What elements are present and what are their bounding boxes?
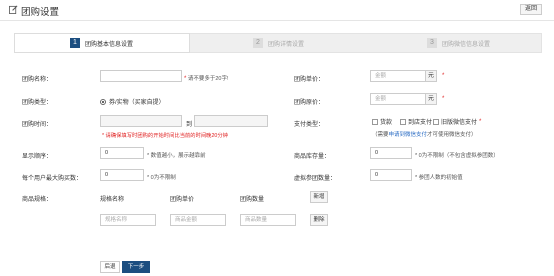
time-to-label: 到 [186, 122, 193, 128]
checkbox-icon [400, 118, 406, 125]
back-button[interactable]: 返回 [520, 4, 542, 15]
spec-col-price: 团购单价 [170, 197, 195, 203]
page-title: 团购设置 [9, 4, 59, 18]
prev-step-button[interactable]: 后退 [100, 261, 120, 273]
name-label: 团购名称： [22, 77, 53, 83]
step-2[interactable]: 2 团购详情设置 [253, 38, 304, 48]
limit-label: 每个用户最大购买数： [22, 176, 83, 182]
total-price-yuan: 元 [426, 93, 437, 105]
pay-type-label: 支付类型： [294, 122, 325, 128]
type-radio-option[interactable]: 券/实物（买家自提） [100, 97, 165, 106]
checkbox-icon [372, 118, 378, 125]
step-2-label: 团购详情设置 [268, 41, 305, 48]
page-title-text: 团购设置 [21, 7, 60, 18]
radio-icon [100, 98, 106, 105]
next-step-button[interactable]: 下一步 [122, 261, 150, 273]
unit-price-label: 团购单价： [294, 77, 325, 83]
delete-spec-button[interactable]: 删除 [310, 214, 328, 226]
virtual-input[interactable]: 0 [370, 169, 412, 181]
virtual-label: 虚拟参团数量： [294, 176, 337, 182]
step-1-content: 1 团购基本信息设置 [70, 38, 133, 48]
step-1-number: 1 [70, 38, 80, 48]
limit-input[interactable]: 0 [100, 169, 144, 181]
stock-hint: * 0为不限制（不包含虚拟参团数） [415, 153, 499, 159]
start-time-input[interactable] [100, 115, 182, 127]
time-warning: * 请确保填写时团购的开始时间比当前的时间晚20分钟 [102, 133, 228, 139]
step-3-label: 团购微信信息设置 [442, 41, 491, 48]
total-price-required: * [442, 96, 445, 102]
apply-wechat-pay-link[interactable]: 申请到微信支付 [389, 132, 428, 138]
spec-col-qty: 团购数量 [240, 197, 265, 203]
name-hint: * 请不要多于20字! [184, 76, 229, 82]
name-input[interactable] [100, 70, 182, 82]
order-hint: * 数值越小，展示越靠前 [147, 153, 206, 159]
unit-price-input[interactable]: 金额 [370, 70, 426, 82]
order-input[interactable]: 0 [100, 147, 144, 159]
step-3[interactable]: 3 团购微信信息设置 [427, 38, 490, 48]
pay-option-2[interactable]: 到店支付 [400, 117, 432, 126]
edit-icon [9, 5, 18, 17]
pay-type-note: （需要申请到微信支付才可使用微信支付） [372, 132, 477, 138]
spec-name-input[interactable]: 规格名称 [100, 214, 156, 226]
step-3-number: 3 [427, 38, 437, 48]
stock-label: 商品库存量： [294, 154, 331, 160]
virtual-hint: * 参团人数的初始值 [415, 175, 463, 181]
stock-input[interactable]: 0 [370, 147, 412, 159]
unit-price-yuan: 元 [426, 70, 437, 82]
time-label: 团购时间： [22, 122, 53, 128]
total-price-input[interactable]: 金额 [370, 93, 426, 105]
pay-option-3[interactable]: 旧版微信支付 * [433, 117, 481, 126]
header-divider [0, 20, 554, 21]
order-label: 显示顺序： [22, 154, 53, 160]
limit-hint: * 0为不限制 [147, 175, 176, 181]
unit-price-required: * [442, 73, 445, 79]
total-price-label: 团购原价： [294, 100, 325, 106]
spec-col-name: 规格名称 [100, 197, 125, 203]
type-label: 团购类型： [22, 100, 53, 106]
add-spec-button[interactable]: 新增 [310, 191, 328, 203]
checkbox-icon [433, 118, 439, 125]
spec-qty-input[interactable]: 商品数量 [240, 214, 296, 226]
spec-price-input[interactable]: 商品金额 [170, 214, 226, 226]
step-1-label: 团购基本信息设置 [85, 41, 134, 48]
pay-option-1[interactable]: 货款 [372, 117, 392, 126]
end-time-input[interactable] [194, 115, 268, 127]
spec-label: 商品规格： [22, 197, 53, 203]
step-2-number: 2 [253, 38, 263, 48]
